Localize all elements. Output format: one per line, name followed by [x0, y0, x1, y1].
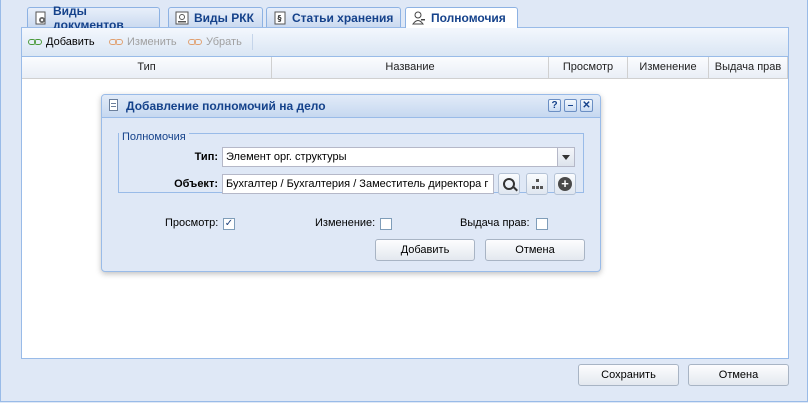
fieldset-legend: Полномочия — [119, 131, 189, 143]
card-icon — [175, 11, 189, 25]
save-button[interactable]: Сохранить — [578, 364, 679, 386]
view-checkbox[interactable]: ✓ — [223, 218, 235, 230]
search-button[interactable] — [498, 173, 520, 195]
column-header-type[interactable]: Тип — [22, 57, 272, 78]
cancel-button[interactable]: Отмена — [688, 364, 789, 386]
minimize-icon[interactable]: – — [564, 99, 577, 112]
close-icon[interactable]: ✕ — [580, 99, 593, 112]
type-combobox[interactable]: Элемент орг. структуры — [222, 147, 558, 167]
edit-button-label: Изменить — [127, 36, 177, 48]
link-add-icon — [28, 38, 42, 46]
add-button-label: Добавить — [46, 36, 95, 48]
type-label: Тип: — [194, 151, 218, 163]
help-icon[interactable]: ? — [548, 99, 561, 112]
storage-article-icon: § — [273, 11, 287, 25]
edit-checkbox[interactable] — [380, 218, 392, 230]
tab-document-types[interactable]: Виды документов — [27, 4, 160, 32]
column-header-grant[interactable]: Выдача прав — [709, 57, 788, 78]
column-header-name[interactable]: Название — [272, 57, 549, 78]
object-label: Объект: — [174, 178, 218, 190]
document-icon — [109, 99, 118, 111]
link-edit-icon — [109, 38, 123, 46]
org-tree-button[interactable] — [526, 173, 548, 195]
dialog-header[interactable]: Добавление полномочий на дело ? – ✕ — [102, 95, 600, 118]
tab-label: Полномочия — [431, 11, 506, 25]
plus-circle-icon: + — [558, 177, 572, 191]
edit-button[interactable]: Изменить — [109, 36, 177, 48]
add-permission-dialog: Добавление полномочий на дело ? – ✕ Тип:… — [101, 94, 601, 272]
dialog-add-button[interactable]: Добавить — [375, 239, 475, 261]
remove-button-label: Убрать — [206, 36, 242, 48]
tab-permissions[interactable]: Полномочия — [405, 7, 518, 28]
tab-label: Статьи хранения — [292, 10, 394, 25]
toolbar-separator — [252, 34, 253, 50]
tab-label: Виды РКК — [194, 10, 254, 25]
svg-text:§: § — [278, 14, 282, 23]
tab-strip: Виды документов Виды РКК § Статьи хранен… — [21, 0, 789, 32]
dialog-title: Добавление полномочий на дело — [126, 99, 326, 113]
remove-button[interactable]: Убрать — [188, 36, 242, 48]
org-tree-icon — [532, 179, 543, 190]
view-label: Просмотр: — [165, 217, 219, 229]
column-header-edit[interactable]: Изменение — [628, 57, 709, 78]
dialog-cancel-button[interactable]: Отмена — [485, 239, 585, 261]
add-button[interactable]: Добавить — [28, 36, 95, 48]
edit-label: Изменение: — [315, 217, 376, 229]
tab-storage-articles[interactable]: § Статьи хранения — [266, 7, 401, 27]
grant-label: Выдача прав: — [460, 217, 530, 229]
link-remove-icon — [188, 38, 202, 46]
object-field[interactable]: Бухгалтер / Бухгалтерия / Заместитель ди… — [222, 174, 494, 194]
add-object-button[interactable]: + — [554, 173, 576, 195]
column-header-view[interactable]: Просмотр — [549, 57, 628, 78]
dialog-body: Тип: Элемент орг. структуры Объект: Бухг… — [108, 123, 594, 265]
chevron-down-icon[interactable] — [558, 147, 575, 167]
tab-rkk-types[interactable]: Виды РКК — [168, 7, 263, 27]
grant-checkbox[interactable] — [536, 218, 548, 230]
grid-header: Тип Название Просмотр Изменение Выдача п… — [22, 57, 788, 79]
grid-toolbar: Добавить Изменить Убрать — [22, 28, 788, 57]
user-key-icon — [412, 11, 426, 25]
document-gear-icon — [34, 11, 48, 25]
search-icon — [503, 178, 515, 190]
